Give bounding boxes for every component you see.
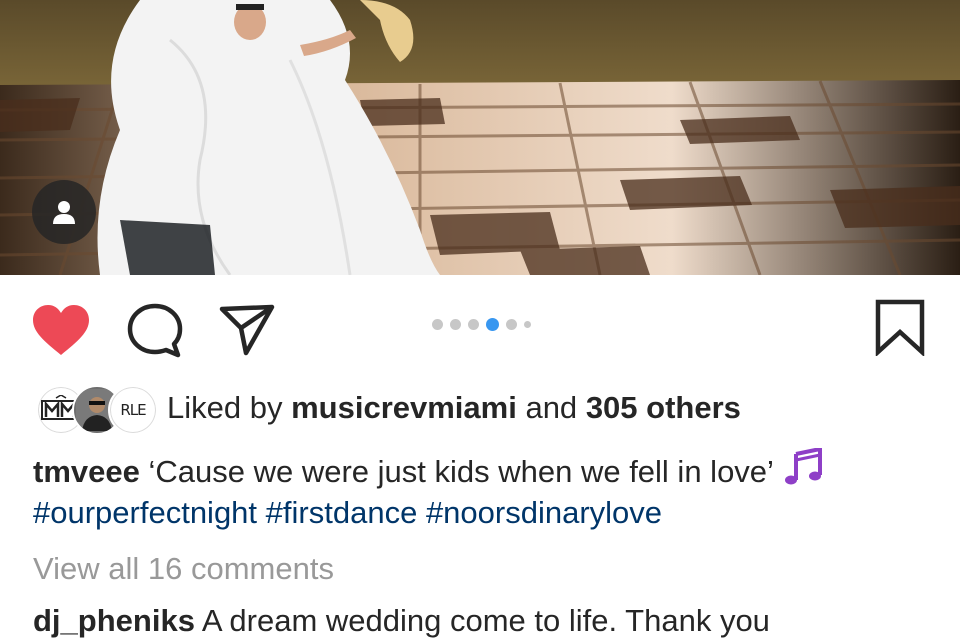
caption-hashtags: #ourperfectnight #firstdance #noorsdinar… xyxy=(33,495,662,531)
first-liker-link[interactable]: musicrevmiami xyxy=(291,390,517,425)
user-tag-icon xyxy=(53,201,75,224)
comment-text: A dream wedding come to life. Thank you xyxy=(201,603,770,638)
hashtag-link[interactable]: #noorsdinarylove xyxy=(426,495,662,530)
carousel-dot xyxy=(506,319,517,330)
likes-others-link[interactable]: 305 others xyxy=(586,390,741,425)
user-tag-button[interactable] xyxy=(32,180,96,244)
comment-item: dj_pheniks A dream wedding come to life.… xyxy=(33,603,770,639)
comment-button[interactable] xyxy=(126,302,184,365)
caption-username[interactable]: tmveee xyxy=(33,454,140,489)
view-all-comments-link[interactable]: View all 16 comments xyxy=(33,551,334,587)
post-photo[interactable] xyxy=(0,0,960,275)
comment-icon xyxy=(127,303,183,358)
carousel-dot-active xyxy=(486,318,499,331)
carousel-dot xyxy=(450,319,461,330)
save-button[interactable] xyxy=(873,298,927,361)
musical-notes-emoji-icon xyxy=(784,446,826,494)
caption-text: ‘Cause we were just kids when we fell in… xyxy=(148,454,774,489)
avatar[interactable]: RLE xyxy=(108,385,158,435)
liked-by-label: Liked by xyxy=(167,390,283,425)
caption: tmveee ‘Cause we were just kids when we … xyxy=(33,446,826,494)
hashtag-link[interactable]: #ourperfectnight xyxy=(33,495,257,530)
likes-summary: Liked by musicrevmiami and 305 others xyxy=(167,390,741,426)
carousel-dot xyxy=(432,319,443,330)
likes-conjunction: and xyxy=(525,390,578,425)
carousel-dot xyxy=(468,319,479,330)
bookmark-icon xyxy=(875,299,925,358)
likers-avatars[interactable]: RLE xyxy=(36,385,158,435)
hashtag-link[interactable]: #firstdance xyxy=(266,495,418,530)
wedding-photo-image xyxy=(0,0,960,275)
share-button[interactable] xyxy=(218,303,276,362)
carousel-dot xyxy=(524,321,531,328)
heart-filled-icon xyxy=(33,305,89,355)
rle-logo-icon: RLE xyxy=(120,401,146,419)
paper-plane-icon xyxy=(219,304,275,356)
carousel-indicator xyxy=(432,318,531,331)
like-button[interactable] xyxy=(30,303,92,364)
comment-username[interactable]: dj_pheniks xyxy=(33,603,195,638)
